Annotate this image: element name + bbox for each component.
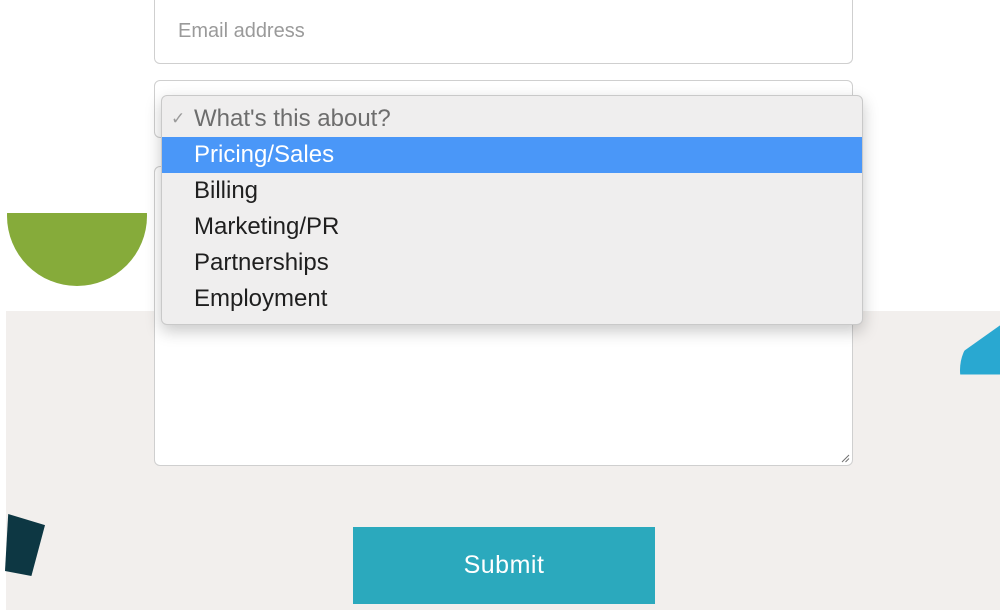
checkmark-icon: ✓ (171, 109, 186, 128)
email-field[interactable] (154, 0, 853, 64)
dropdown-option-partnerships[interactable]: Partnerships (162, 245, 862, 281)
dropdown-option-pricing-sales[interactable]: Pricing/Sales (162, 137, 862, 173)
dropdown-option-billing[interactable]: Billing (162, 173, 862, 209)
green-semicircle-decoration (7, 213, 147, 286)
resize-grip-icon[interactable] (840, 453, 850, 463)
dropdown-prompt: ✓ What's this about? (162, 101, 862, 137)
dropdown-option-marketing-pr[interactable]: Marketing/PR (162, 209, 862, 245)
dropdown-option-employment[interactable]: Employment (162, 281, 862, 317)
submit-button[interactable]: Submit (353, 527, 655, 604)
dropdown-prompt-label: What's this about? (194, 105, 391, 132)
topic-dropdown-menu[interactable]: ✓ What's this about? Pricing/Sales Billi… (161, 95, 863, 325)
